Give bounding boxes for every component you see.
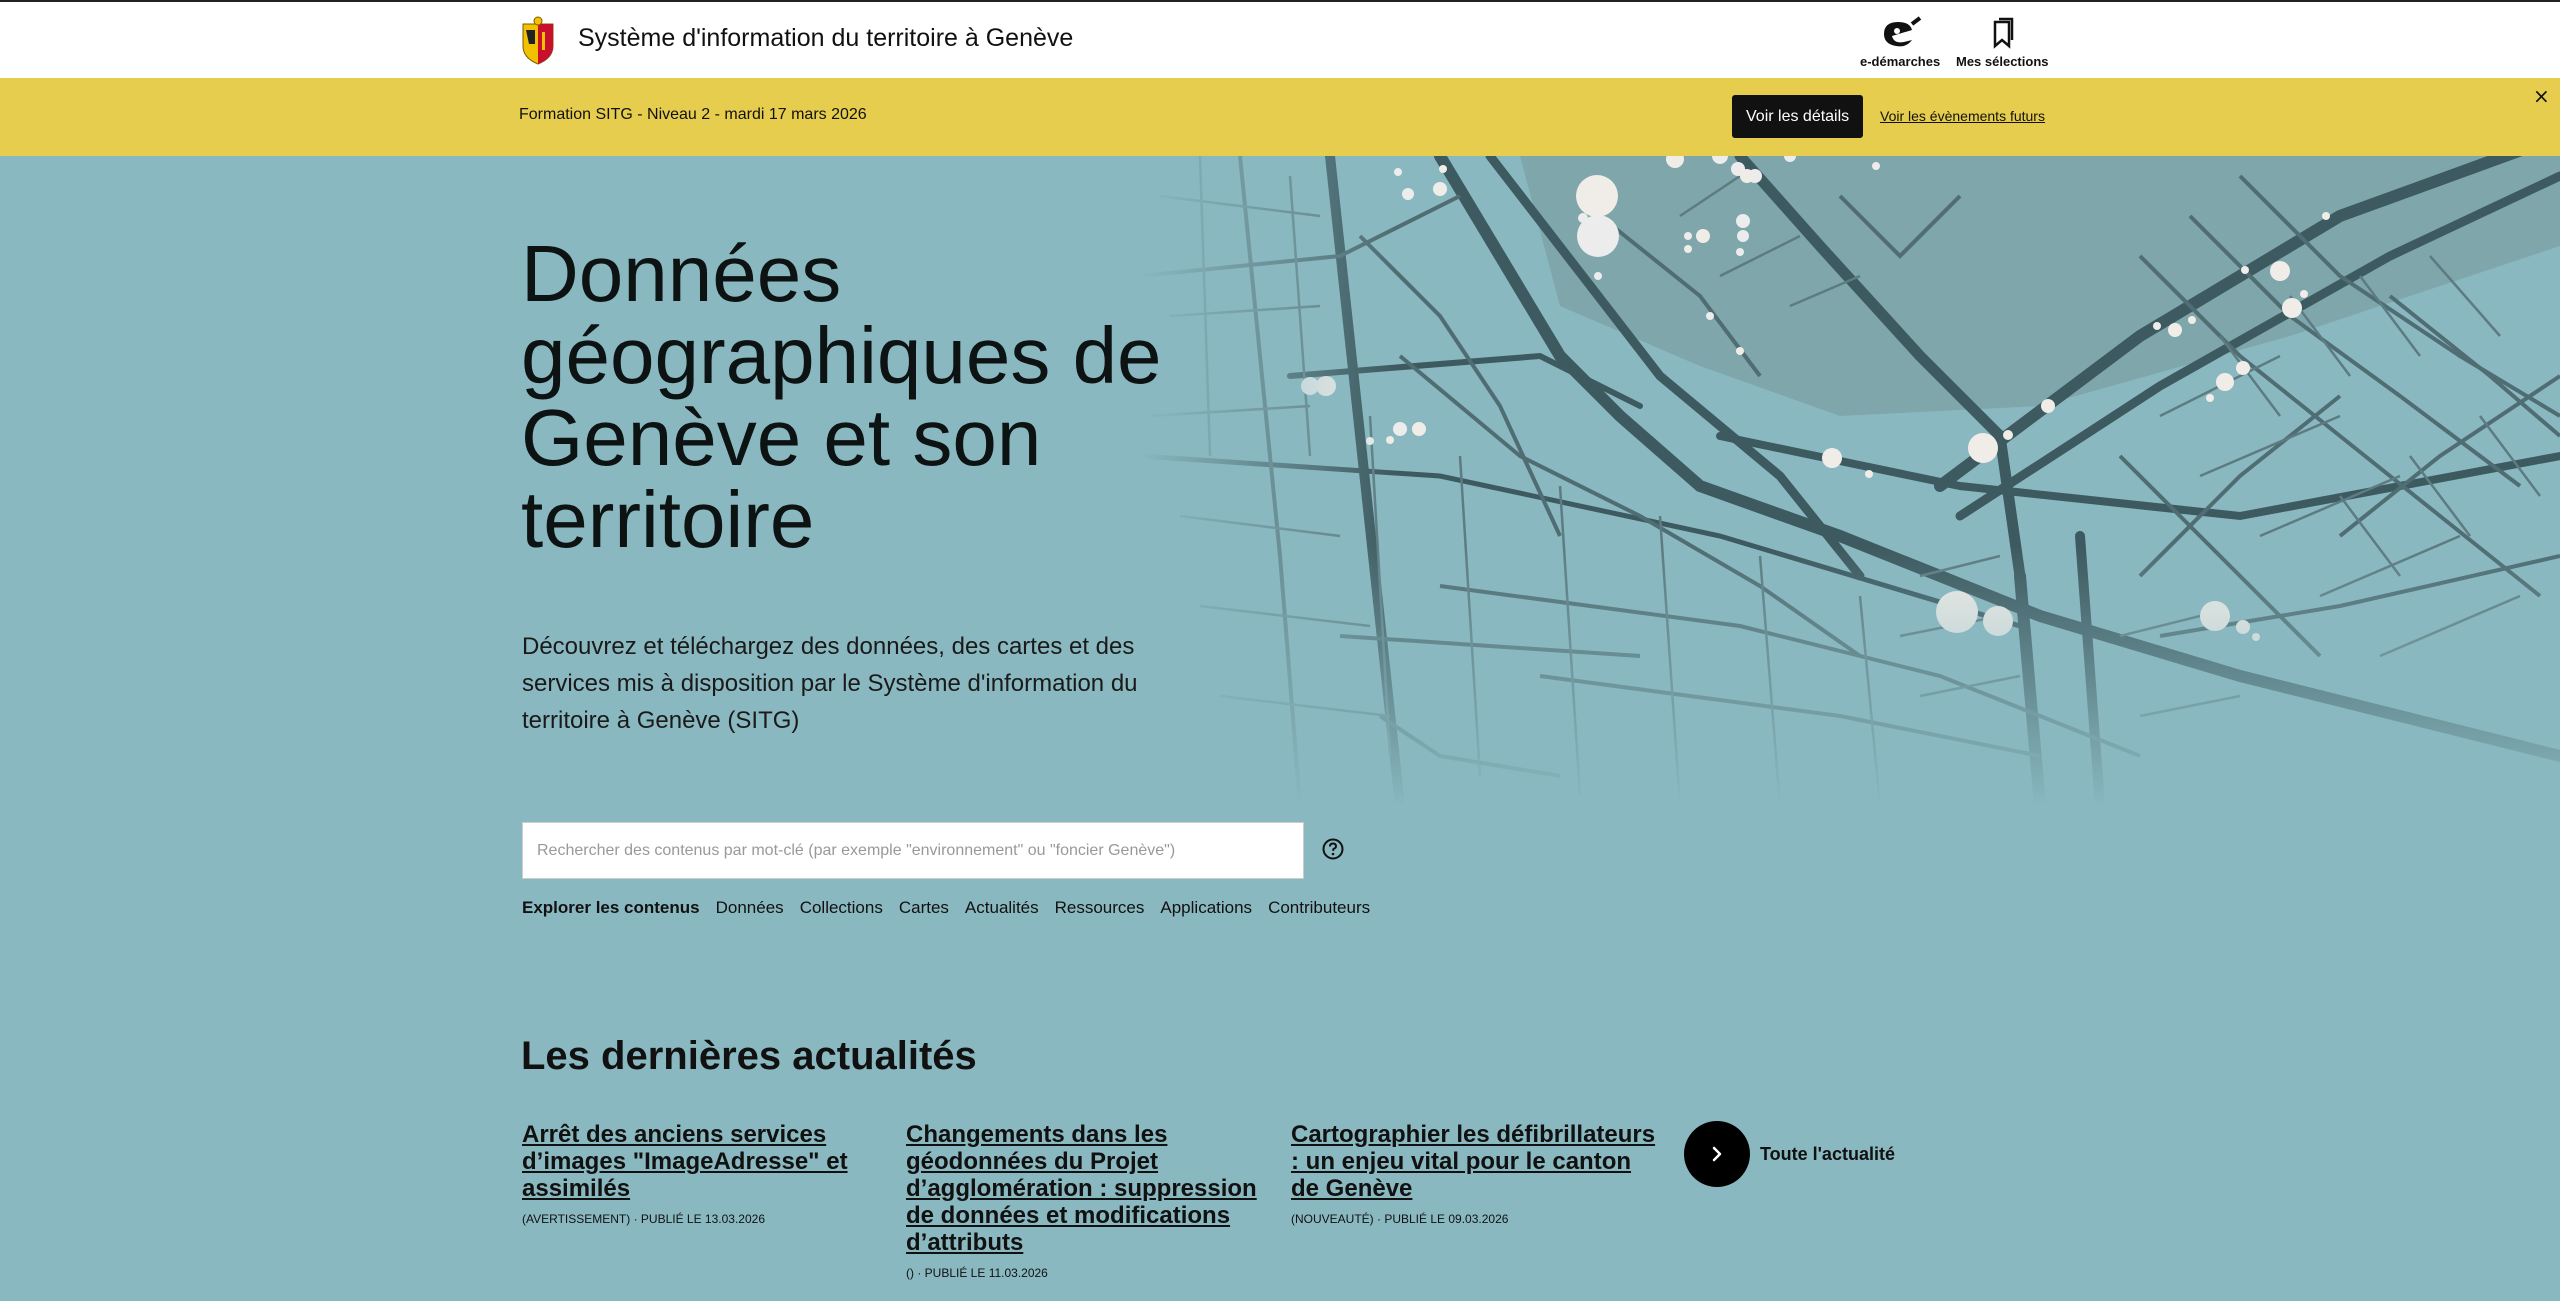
site-header: Système d'information du territoire à Ge… xyxy=(0,0,2560,78)
details-button[interactable]: Voir les détails xyxy=(1732,95,1864,138)
edemarches-button[interactable]: e-démarches xyxy=(1860,16,1940,69)
news-heading: Les dernières actualités xyxy=(521,1034,977,1078)
news-item: Cartographier les défibrillateurs : un e… xyxy=(1291,1121,1656,1226)
explore-link-cartes[interactable]: Cartes xyxy=(899,898,949,918)
geneva-coat-of-arms-logo[interactable] xyxy=(521,16,555,66)
future-events-link[interactable]: Voir les évènements futurs xyxy=(1880,108,2045,124)
selections-button[interactable]: Mes sélections xyxy=(1956,16,2049,69)
explore-link-collections[interactable]: Collections xyxy=(800,898,883,918)
news-item: Arrêt des anciens services d’images "Ima… xyxy=(522,1121,887,1226)
explore-link-actualites[interactable]: Actualités xyxy=(965,898,1039,918)
edemarches-icon xyxy=(1884,16,1922,47)
all-news-label[interactable]: Toute l'actualité xyxy=(1760,1144,1895,1165)
explore-nav: Explorer les contenus Données Collection… xyxy=(522,898,1370,918)
event-banner: Formation SITG - Niveau 2 - mardi 17 mar… xyxy=(0,78,2560,156)
explore-label: Explorer les contenus xyxy=(522,898,700,917)
site-title[interactable]: Système d'information du territoire à Ge… xyxy=(578,24,1073,53)
news-item-title[interactable]: Cartographier les défibrillateurs : un e… xyxy=(1291,1121,1656,1202)
edemarches-label: e-démarches xyxy=(1860,54,1941,69)
news-item-title[interactable]: Changements dans les géodonnées du Proje… xyxy=(906,1121,1271,1256)
hero-description: Découvrez et téléchargez des données, de… xyxy=(522,633,1138,734)
explore-link-contributeurs[interactable]: Contributeurs xyxy=(1268,898,1370,918)
explore-link-ressources[interactable]: Ressources xyxy=(1055,898,1145,918)
explore-link-donnees[interactable]: Données xyxy=(716,898,784,918)
close-icon[interactable]: × xyxy=(2533,84,2550,108)
selections-label: Mes sélections xyxy=(1956,54,2049,69)
news-item-meta: (NOUVEAUTÉ) · PUBLIÉ LE 09.03.2026 xyxy=(1291,1212,1509,1226)
all-news-button[interactable]: Toute l'actualité xyxy=(1684,1121,1895,1187)
explore-link-applications[interactable]: Applications xyxy=(1160,898,1252,918)
news-item-meta: (AVERTISSEMENT) · PUBLIÉ LE 13.03.2026 xyxy=(522,1212,765,1226)
chevron-right-icon xyxy=(1712,1146,1722,1162)
bookmark-icon xyxy=(1994,17,2014,49)
all-news-circle[interactable] xyxy=(1684,1121,1750,1187)
banner-text: Formation SITG - Niveau 2 - mardi 17 mar… xyxy=(519,106,867,123)
search-field[interactable] xyxy=(522,822,1304,879)
city-map-illustration xyxy=(1140,156,2560,806)
news-item: Changements dans les géodonnées du Proje… xyxy=(906,1121,1271,1280)
search-input[interactable] xyxy=(523,823,1303,878)
news-item-meta: () · PUBLIÉ LE 11.03.2026 xyxy=(906,1266,1048,1280)
hero-title: Données géographiques de Genève et son t… xyxy=(521,229,1162,564)
help-icon[interactable] xyxy=(1322,838,1344,860)
news-item-title[interactable]: Arrêt des anciens services d’images "Ima… xyxy=(522,1121,887,1202)
